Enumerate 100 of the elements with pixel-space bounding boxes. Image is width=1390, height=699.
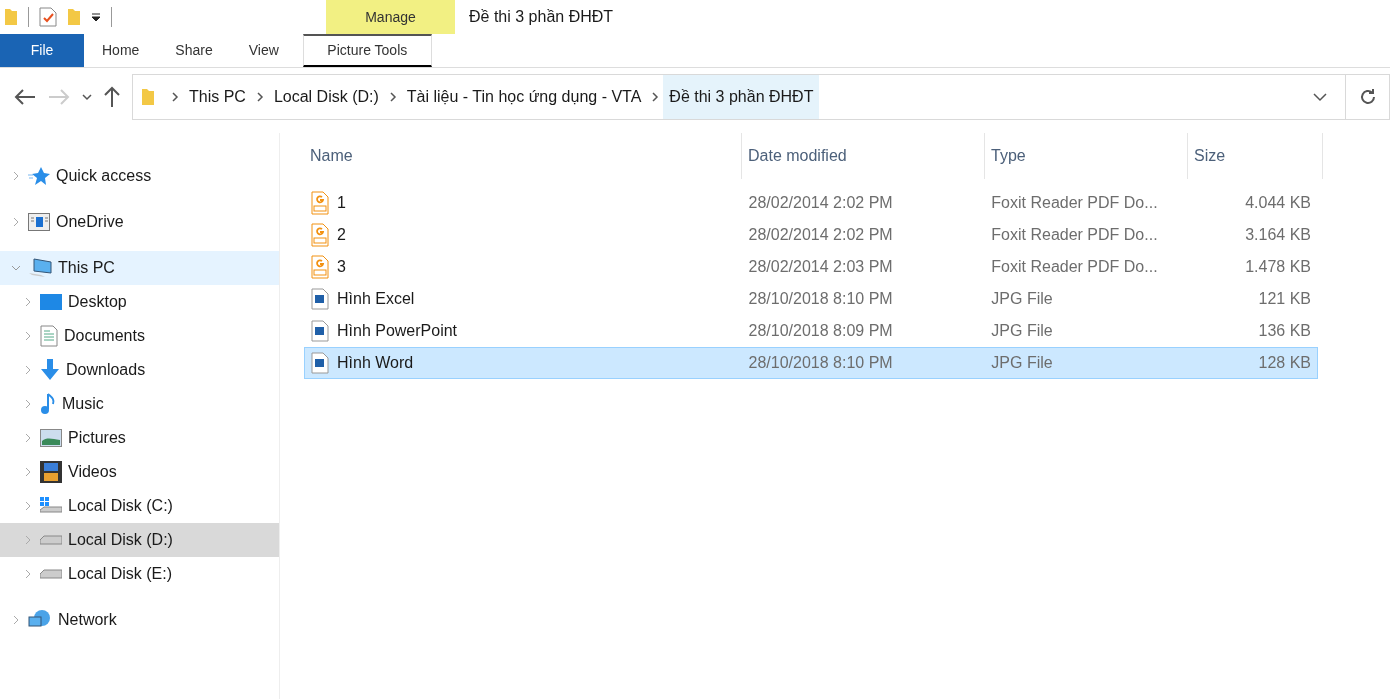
sidebar-item[interactable]: Local Disk (D:) (0, 523, 279, 557)
file-name: 3 (337, 257, 346, 277)
ribbon-tab[interactable]: View (230, 34, 297, 67)
drive-icon (40, 535, 62, 545)
pdf-file-icon (311, 255, 329, 279)
breadcrumb[interactable]: Tài liệu - Tin học ứng dụng - VTA (400, 75, 648, 119)
file-name: 2 (337, 225, 346, 245)
ribbon-tab[interactable]: Home (84, 34, 158, 67)
sidebar-item[interactable]: OneDrive (0, 205, 279, 239)
forward-icon[interactable] (48, 89, 70, 105)
dropdown-icon[interactable] (91, 12, 101, 22)
breadcrumb[interactable]: Đề thi 3 phần ĐHĐT (663, 75, 820, 119)
file-row[interactable]: 1 28/02/2014 2:02 PM Foxit Reader PDF Do... 4.044 KB (304, 187, 1318, 219)
column-header[interactable]: Name (304, 133, 742, 179)
date-cell-text: 28/02/2014 2:02 PM (747, 225, 894, 245)
folder-icon[interactable] (4, 8, 18, 26)
sidebar-item[interactable]: Music (0, 387, 279, 421)
sidebar-label: Videos (68, 462, 117, 482)
back-icon[interactable] (14, 89, 36, 105)
properties-icon[interactable] (39, 7, 57, 27)
film-icon (40, 461, 62, 483)
date-cell-text: 28/02/2014 2:03 PM (747, 257, 894, 277)
sidebar-label: Quick access (56, 166, 152, 186)
sidebar-label: Music (62, 394, 104, 414)
sidebar-item[interactable]: Local Disk (E:) (0, 557, 279, 591)
date-cell-text: 28/10/2018 8:09 PM (747, 321, 894, 341)
sidebar-item[interactable]: Documents (0, 319, 279, 353)
window-title: Đề thi 3 phần ĐHĐT (468, 7, 614, 27)
drive-icon (40, 497, 62, 515)
file-row[interactable]: Hình Excel 28/10/2018 8:10 PM JPG File 121 KB (304, 283, 1318, 315)
type-cell-text: Foxit Reader PDF Do... (990, 257, 1159, 277)
computer-icon (28, 258, 52, 278)
column-header[interactable]: Type (985, 133, 1188, 179)
type-cell-text: JPG File (990, 353, 1054, 373)
sidebar-label: OneDrive (56, 212, 124, 232)
file-row[interactable]: 3 28/02/2014 2:03 PM Foxit Reader PDF Do... 1.478 KB (304, 251, 1318, 283)
file-name: 1 (337, 193, 346, 213)
sidebar-label: Local Disk (D:) (68, 530, 173, 550)
size-cell-text: 4.044 KB (1244, 193, 1312, 213)
recent-locations-icon[interactable] (82, 93, 92, 101)
sidebar-item[interactable]: This PC (0, 251, 279, 285)
sidebar-item[interactable]: Desktop (0, 285, 279, 319)
sidebar-label: Downloads (66, 360, 146, 380)
sidebar-label: Network (58, 610, 117, 630)
sidebar-label: Documents (64, 326, 145, 346)
drive-icon (40, 569, 62, 579)
breadcrumb[interactable]: Local Disk (D:) (267, 75, 385, 119)
size-cell-text: 121 KB (1257, 289, 1312, 309)
address-bar[interactable]: This PC Local Disk (D:) Tài liệu - Tin học ứng dụng - VTA Đề thi 3 phần ĐHĐT (132, 74, 1346, 120)
contextual-group-label: Manage (326, 0, 455, 34)
type-cell-text: Foxit Reader PDF Do... (990, 225, 1159, 245)
music-note-icon (40, 393, 56, 415)
cloud-window-icon (28, 213, 50, 231)
address-dropdown-icon[interactable] (1313, 92, 1327, 102)
size-cell-text: 136 KB (1257, 321, 1312, 341)
document-icon (40, 325, 58, 347)
file-name: Hình Word (337, 353, 414, 373)
sidebar-item[interactable]: Downloads (0, 353, 279, 387)
size-cell-text: 128 KB (1257, 353, 1312, 373)
file-row[interactable]: Hình PowerPoint 28/10/2018 8:09 PM JPG File 136 KB (304, 315, 1318, 347)
date-cell-text: 28/10/2018 8:10 PM (747, 289, 894, 309)
sidebar-item[interactable]: Local Disk (C:) (0, 489, 279, 523)
sidebar-label: Local Disk (C:) (68, 496, 173, 516)
ribbon-tab[interactable]: Share (157, 34, 231, 67)
sidebar-label: Pictures (68, 428, 126, 448)
file-tab[interactable]: File (0, 34, 84, 67)
sidebar-item[interactable]: Network (0, 603, 279, 637)
date-cell-text: 28/02/2014 2:02 PM (747, 193, 894, 213)
up-icon[interactable] (104, 86, 120, 108)
chevron-icon[interactable] (651, 91, 660, 103)
pdf-file-icon (311, 223, 329, 247)
image-file-icon (311, 352, 329, 374)
refresh-icon[interactable] (1358, 88, 1377, 106)
download-icon (40, 359, 60, 381)
sidebar-label: This PC (58, 258, 115, 278)
folder-icon (141, 88, 155, 106)
column-header[interactable]: Size (1188, 133, 1323, 179)
type-cell-text: JPG File (990, 289, 1054, 309)
breadcrumb[interactable]: This PC (183, 75, 252, 119)
sidebar-label: Desktop (68, 292, 127, 312)
column-header[interactable]: Date modified (742, 133, 985, 179)
ribbon-tab[interactable]: Picture Tools (302, 34, 432, 67)
refresh-button[interactable] (1346, 74, 1390, 120)
picture-icon (40, 429, 62, 447)
sidebar-item[interactable]: Quick access (0, 159, 279, 193)
chevron-icon[interactable] (171, 91, 179, 103)
chevron-icon[interactable] (388, 91, 397, 103)
file-row[interactable]: Hình Word 28/10/2018 8:10 PM JPG File 128 KB (304, 347, 1318, 379)
new-folder-icon[interactable] (67, 8, 81, 26)
size-cell-text: 3.164 KB (1244, 225, 1312, 245)
sidebar-label: Local Disk (E:) (68, 564, 173, 584)
file-name: Hình PowerPoint (337, 321, 458, 341)
file-row[interactable]: 2 28/02/2014 2:02 PM Foxit Reader PDF Do... 3.164 KB (304, 219, 1318, 251)
desktop-icon (40, 294, 62, 310)
size-cell-text: 1.478 KB (1244, 257, 1312, 277)
chevron-icon[interactable] (255, 91, 264, 103)
sidebar-item[interactable]: Videos (0, 455, 279, 489)
sidebar-item[interactable]: Pictures (0, 421, 279, 455)
type-cell-text: Foxit Reader PDF Do... (990, 193, 1159, 213)
date-cell-text: 28/10/2018 8:10 PM (747, 353, 894, 373)
